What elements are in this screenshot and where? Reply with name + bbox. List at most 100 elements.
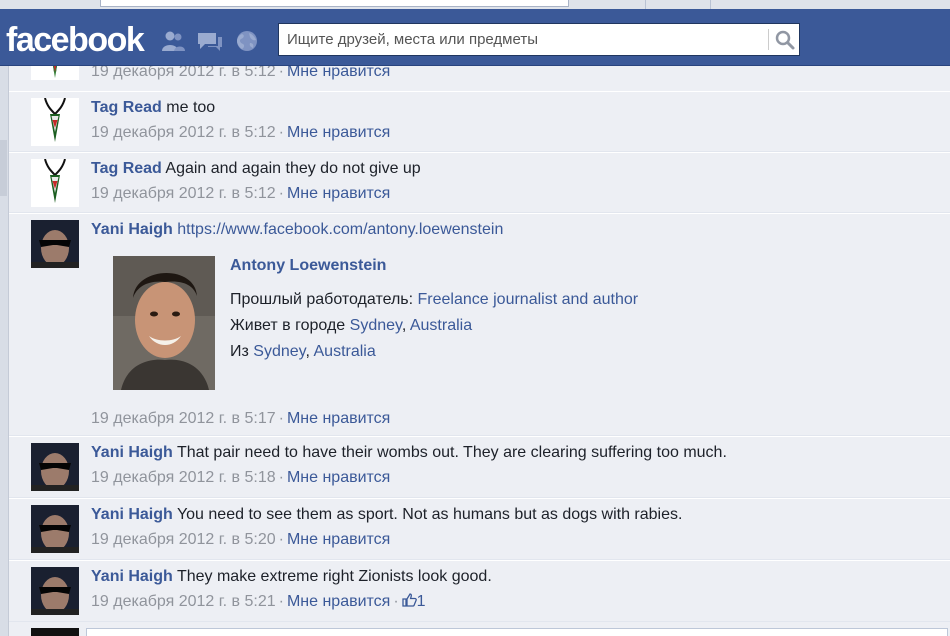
comment-text: They make extreme right Zionists look go… — [176, 568, 492, 585]
comment-timestamp[interactable]: 19 декабря 2012 г. в 5:17 — [91, 410, 276, 427]
comment-divider — [9, 91, 950, 92]
reply-input[interactable] — [86, 628, 948, 636]
comment-author[interactable]: Tag Read — [91, 160, 162, 177]
comment-author[interactable]: Yani Haigh — [91, 221, 173, 238]
from-city-link[interactable]: Sydney — [253, 343, 305, 360]
comment-item: Tag Read Again and again they do not giv… — [9, 152, 950, 213]
like-link[interactable]: Мне нравится — [287, 185, 390, 202]
comment-timestamp[interactable]: 19 декабря 2012 г. в 5:21 — [91, 593, 276, 610]
avatar[interactable] — [31, 66, 79, 80]
comment-body: Yani Haigh You need to see them as sport… — [91, 506, 682, 524]
browser-address-field[interactable] — [100, 0, 569, 7]
facebook-logo[interactable]: facebook — [6, 22, 145, 58]
comment-list: 19 декабря 2012 г. в 5:12 · Мне нравится T… — [9, 66, 950, 636]
meta-separator: · — [278, 185, 284, 202]
thumbs-up-icon[interactable] — [402, 593, 417, 607]
top-navigation-bar: facebook — [0, 9, 950, 66]
comment-meta: 19 декабря 2012 г. в 5:20 · Мне нравится — [91, 531, 390, 549]
comment-body: Yani Haigh That pair need to have their … — [91, 444, 727, 462]
meta-separator: · — [278, 66, 284, 80]
like-link[interactable]: Мне нравится — [287, 593, 390, 610]
comment-divider — [9, 213, 950, 214]
comment-divider — [9, 436, 950, 437]
lives-country-link[interactable]: Australia — [410, 317, 472, 334]
link-preview-from: Из Sydney, Australia — [230, 343, 376, 361]
comment-text: Again and again they do not give up — [165, 160, 421, 177]
comment-meta: 19 декабря 2012 г. в 5:12 · Мне нравится — [91, 66, 390, 81]
scrollbar-thumb[interactable] — [0, 140, 7, 196]
comment-text: me too — [166, 99, 216, 116]
comment-author[interactable]: Yani Haigh — [91, 444, 173, 461]
comment-item: Yani Haigh That pair need to have their … — [9, 436, 950, 498]
left-scroll-strip[interactable] — [0, 66, 9, 636]
comment-divider — [9, 498, 950, 499]
comment-timestamp[interactable]: 19 декабря 2012 г. в 5:12 — [91, 66, 276, 80]
comment-body: Yani Haigh They make extreme right Zioni… — [91, 568, 492, 586]
link-preview-lives: Живет в городе Sydney, Australia — [230, 317, 472, 335]
comment-item: Yani Haigh They make extreme right Zioni… — [9, 560, 950, 622]
comment-meta: 19 декабря 2012 г. в 5:17 · Мне нравится — [91, 410, 390, 428]
lives-label: Живет в городе — [230, 317, 346, 334]
toolbar-separator — [710, 0, 711, 9]
from-label: Из — [230, 343, 249, 360]
comment-timestamp[interactable]: 19 декабря 2012 г. в 5:12 — [91, 185, 276, 202]
comment-body: Tag Read me too — [91, 99, 215, 117]
comment-text: That pair need to have their wombs out. … — [176, 444, 727, 461]
like-link[interactable]: Мне нравится — [287, 410, 390, 427]
comment-item: Tag Read me too 19 декабря 2012 г. в 5:1… — [9, 91, 950, 152]
comment-timestamp[interactable]: 19 декабря 2012 г. в 5:12 — [91, 124, 276, 141]
like-link[interactable]: Мне нравится — [287, 531, 390, 548]
like-link[interactable]: Мне нравится — [287, 124, 390, 141]
like-count[interactable]: 1 — [417, 593, 426, 610]
avatar[interactable] — [31, 159, 79, 207]
comment-meta: 19 декабря 2012 г. в 5:18 · Мне нравится — [91, 469, 390, 487]
lives-city-link[interactable]: Sydney — [350, 317, 402, 334]
link-preview-photo[interactable] — [113, 256, 215, 390]
comment-meta: 19 декабря 2012 г. в 5:21 · Мне нравится · 1 — [91, 593, 426, 611]
comment-text: You need to see them as sport. Not as hu… — [176, 506, 683, 523]
meta-separator: · — [278, 469, 284, 486]
employer-link[interactable]: Freelance journalist and author — [418, 291, 639, 308]
comment-timestamp[interactable]: 19 декабря 2012 г. в 5:18 — [91, 469, 276, 486]
from-country-link[interactable]: Australia — [314, 343, 376, 360]
meta-separator: · — [278, 410, 284, 427]
employer-label: Прошлый работодатель: — [230, 291, 414, 308]
comment-author[interactable]: Yani Haigh — [91, 568, 173, 585]
comment-meta: 19 декабря 2012 г. в 5:12 · Мне нравится — [91, 124, 390, 142]
meta-separator: · — [393, 593, 399, 610]
comment-item: 19 декабря 2012 г. в 5:12 · Мне нравится — [9, 66, 950, 92]
location-separator: , — [305, 343, 314, 360]
reply-avatar — [31, 628, 79, 636]
comment-body: Tag Read Again and again they do not giv… — [91, 160, 421, 178]
like-link[interactable]: Мне нравится — [287, 66, 390, 80]
friend-requests-icon[interactable] — [160, 29, 186, 53]
comment-divider — [9, 560, 950, 561]
like-link[interactable]: Мне нравится — [287, 469, 390, 486]
search-input[interactable] — [279, 24, 767, 55]
avatar[interactable] — [31, 220, 79, 268]
avatar[interactable] — [31, 567, 79, 615]
comment-timestamp[interactable]: 19 декабря 2012 г. в 5:20 — [91, 531, 276, 548]
comment-author[interactable]: Tag Read — [91, 99, 162, 116]
link-preview-name[interactable]: Antony Loewenstein — [230, 257, 386, 275]
comment-meta: 19 декабря 2012 г. в 5:12 · Мне нравится — [91, 185, 390, 203]
magnifier-icon[interactable] — [774, 29, 796, 51]
comment-item: Yani Haigh You need to see them as sport… — [9, 498, 950, 560]
meta-separator: · — [278, 124, 284, 141]
notifications-globe-icon[interactable] — [234, 29, 260, 53]
search-divider — [768, 29, 769, 50]
comment-divider — [9, 152, 950, 153]
toolbar-separator — [645, 0, 646, 9]
comment-url[interactable]: https://www.facebook.com/antony.loewenst… — [177, 221, 503, 238]
link-preview-employer: Прошлый работодатель: Freelance journali… — [230, 291, 638, 309]
comment-body: Yani Haigh https://www.facebook.com/anto… — [91, 221, 503, 239]
meta-separator: · — [278, 593, 284, 610]
meta-separator: · — [278, 531, 284, 548]
location-separator: , — [401, 317, 410, 334]
avatar[interactable] — [31, 98, 79, 146]
messages-icon[interactable] — [197, 29, 223, 53]
search-box — [278, 23, 800, 56]
avatar[interactable] — [31, 443, 79, 491]
comment-author[interactable]: Yani Haigh — [91, 506, 173, 523]
avatar[interactable] — [31, 505, 79, 553]
